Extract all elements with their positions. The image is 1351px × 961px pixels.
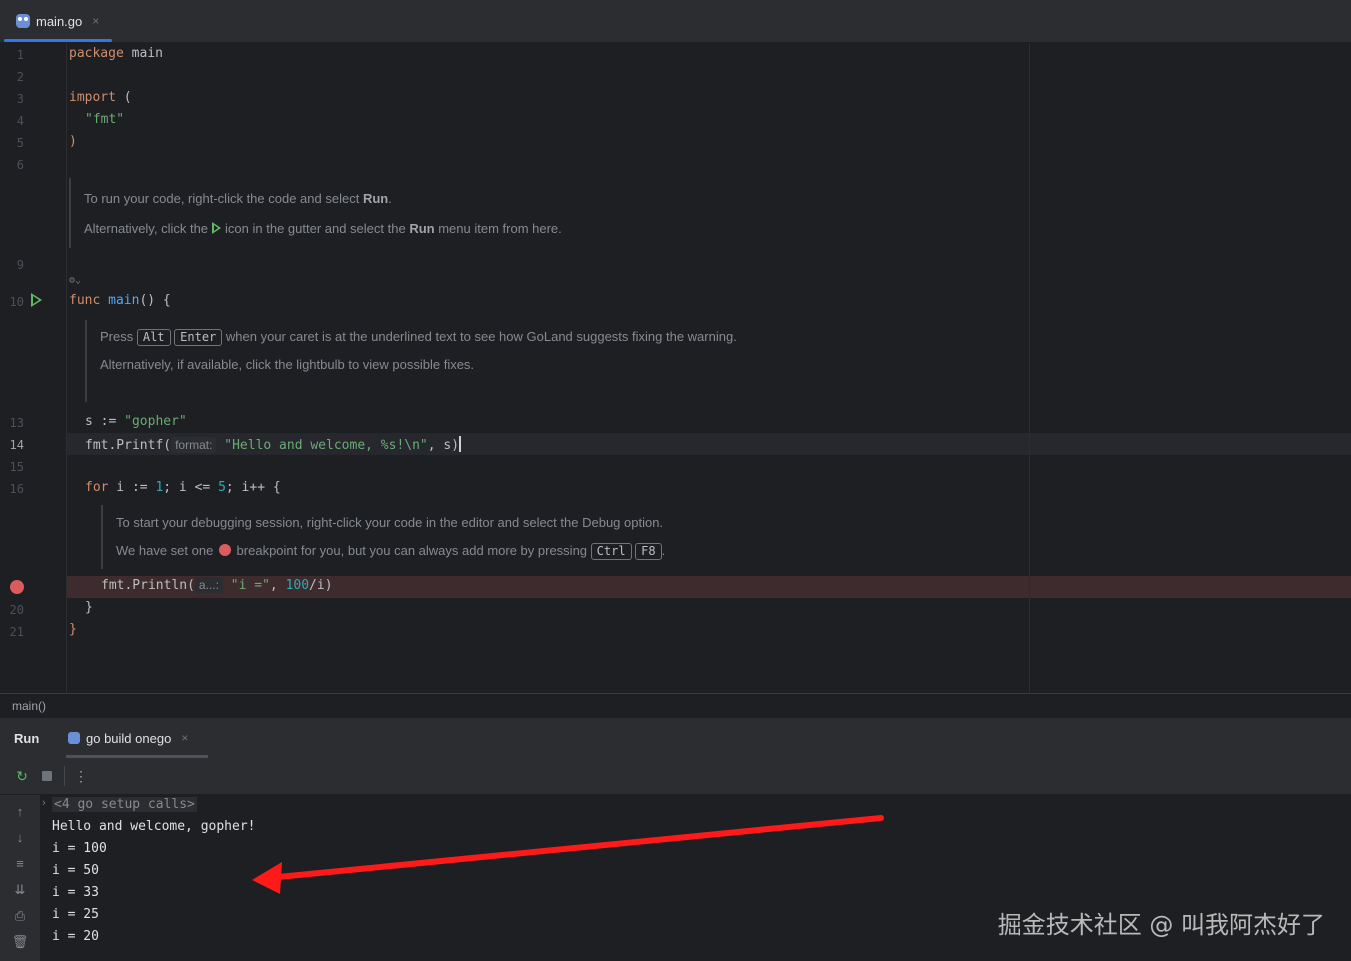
code-line-13: s := "gopher"	[85, 414, 187, 429]
breakpoint-icon	[218, 544, 231, 556]
code-line-1: package main	[69, 46, 163, 61]
run-gutter-icon[interactable]	[31, 293, 42, 307]
breadcrumb: main()	[0, 693, 1351, 718]
line-number: 2	[16, 70, 24, 84]
param-hint: format:	[171, 437, 217, 453]
soft-wrap-icon[interactable]: ≡	[11, 855, 29, 873]
scroll-to-end-icon[interactable]: ⇊	[11, 881, 29, 899]
line-number: 5	[16, 136, 24, 150]
editor-gutter[interactable]: 1 2 3 4 5 6 9 10 13 14 15 16 20 21	[0, 43, 67, 693]
line-number: 20	[9, 603, 24, 617]
line-number: 1	[16, 48, 24, 62]
line-number-current: 14	[9, 438, 24, 452]
console-line: i = 20	[52, 929, 99, 944]
right-margin-guide	[1029, 43, 1030, 693]
tab-main-go[interactable]: main.go ×	[4, 0, 112, 42]
param-hint: a...:	[194, 577, 223, 593]
close-icon[interactable]: ×	[181, 731, 188, 745]
print-icon[interactable]: ⎙	[11, 907, 29, 925]
rerun-icon[interactable]: ↻	[13, 767, 31, 785]
line-number: 3	[16, 92, 24, 106]
console-line: i = 100	[52, 841, 107, 856]
key-f8: F8	[635, 543, 662, 560]
expand-icon[interactable]: ›	[42, 797, 46, 809]
line-number: 13	[9, 416, 24, 430]
run-panel-header: Run go build onego ×	[0, 718, 1351, 758]
code-line-21: }	[69, 622, 77, 637]
stop-icon[interactable]	[38, 767, 56, 785]
tab-go-build-onego[interactable]: go build onego ×	[66, 718, 208, 758]
line-number: 15	[9, 460, 24, 474]
doc-comment-run: To run your code, right-click the code a…	[69, 178, 984, 248]
run-icon	[212, 222, 222, 234]
line-number: 9	[16, 258, 24, 272]
setup-calls-fold[interactable]: <4 go setup calls>	[52, 797, 197, 812]
code-editor[interactable]: 1 2 3 4 5 6 9 10 13 14 15 16 20 21 packa…	[0, 43, 1351, 693]
code-line-5: )	[69, 134, 77, 149]
text-caret	[459, 436, 462, 452]
run-panel-title: Run	[14, 731, 40, 746]
toolbar-separator	[64, 766, 65, 786]
code-line-14: fmt.Printf(format: "Hello and welcome, %…	[85, 436, 462, 453]
line-number: 10	[9, 295, 24, 309]
arrow-down-icon[interactable]: ↓	[11, 829, 29, 847]
go-file-icon	[16, 14, 30, 28]
tab-label: main.go	[36, 13, 83, 29]
console-line: Hello and welcome, gopher!	[52, 819, 256, 834]
code-line-4: "fmt"	[85, 112, 125, 127]
watermark: 掘金技术社区 @ 叫我阿杰好了	[997, 911, 1325, 939]
key-ctrl: Ctrl	[590, 543, 632, 560]
go-build-icon	[68, 732, 80, 744]
console-line: i = 50	[52, 863, 99, 878]
doc-comment-quickfix: Press Alt Enter when your caret is at th…	[85, 320, 750, 402]
doc-comment-debug: To start your debugging session, right-c…	[101, 505, 996, 569]
key-alt: Alt	[136, 329, 171, 346]
code-line-20: }	[85, 600, 93, 615]
code-line-10: func main() {	[69, 293, 171, 308]
more-options-icon[interactable]: ⋮	[72, 767, 90, 785]
breadcrumb-item[interactable]: main()	[12, 699, 46, 713]
close-icon[interactable]: ×	[92, 14, 99, 28]
console-line: i = 25	[52, 907, 99, 922]
run-tab-label: go build onego	[86, 730, 172, 746]
code-line-19: fmt.Println(a...: "i =", 100/i)	[101, 577, 333, 593]
active-tab-indicator	[4, 39, 112, 42]
line-number: 6	[16, 158, 24, 172]
run-toolbar: ↻ ⋮	[0, 758, 1351, 795]
key-enter: Enter	[174, 329, 223, 346]
editor-tab-bar: main.go ×	[0, 0, 1351, 43]
code-vision-icon[interactable]: ⚙⌄	[69, 275, 81, 286]
console-line: <4 go setup calls>	[52, 797, 197, 812]
code-line-16: for i := 1; i <= 5; i++ {	[85, 480, 281, 495]
line-number: 21	[9, 625, 24, 639]
line-number: 4	[16, 114, 24, 128]
code-line-3: import (	[69, 90, 132, 105]
console-side-toolbar: ↑ ↓ ≡ ⇊ ⎙ 🗑	[0, 795, 40, 961]
line-number: 16	[9, 482, 24, 496]
breakpoint-icon[interactable]	[10, 580, 24, 594]
console-line: i = 33	[52, 885, 99, 900]
trash-icon[interactable]: 🗑	[11, 933, 29, 951]
arrow-up-icon[interactable]: ↑	[11, 803, 29, 821]
